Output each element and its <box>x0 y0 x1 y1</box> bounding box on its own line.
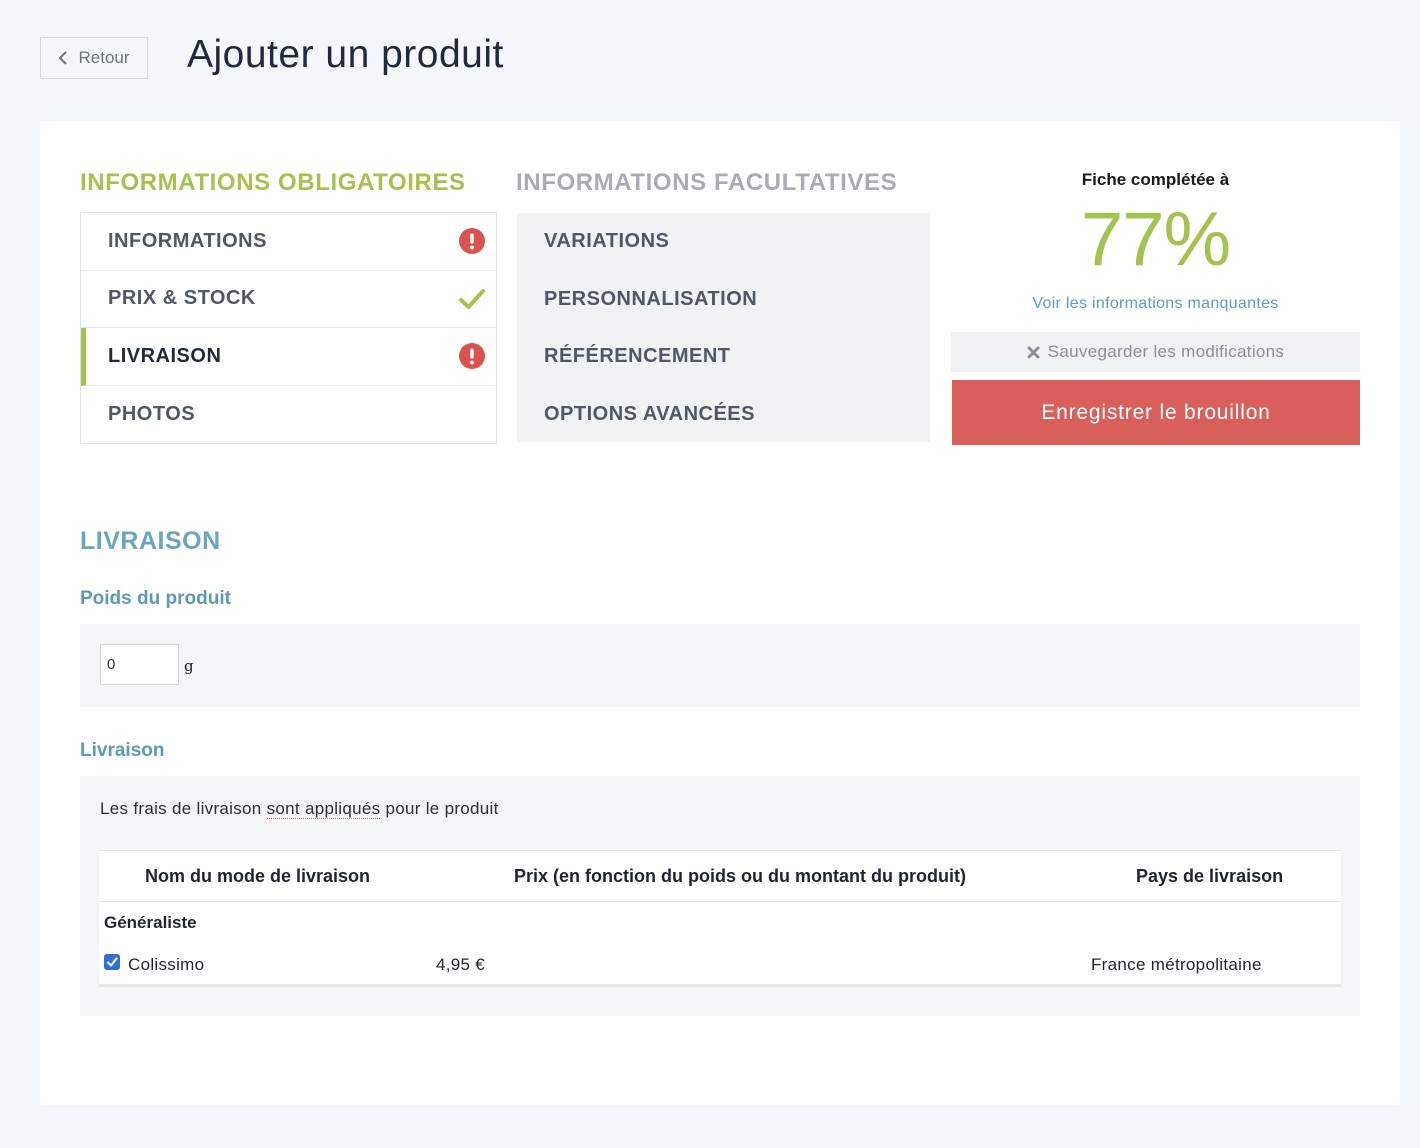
delivery-description: Les frais de livraison sont appliqués po… <box>100 799 499 819</box>
nav-item-livraison[interactable]: LIVRAISON <box>81 328 496 386</box>
error-icon <box>459 228 485 255</box>
nav-item-variations[interactable]: VARIATIONS <box>517 213 930 271</box>
mandatory-heading: INFORMATIONS OBLIGATOIRES <box>80 169 466 196</box>
nav-item-label: VARIATIONS <box>544 230 670 253</box>
nav-item-label: PERSONNALISATION <box>544 287 758 310</box>
weight-subtitle: Poids du produit <box>80 588 231 609</box>
optional-heading: INFORMATIONS FACULTATIVES <box>516 169 898 196</box>
check-icon <box>459 288 485 309</box>
nav-item-label: OPTIONS AVANCÉES <box>544 402 755 425</box>
product-form-card: INFORMATIONS OBLIGATOIRES INFORMATIONS F… <box>40 121 1400 1105</box>
missing-info-link[interactable]: Voir les informations manquantes <box>951 295 1360 313</box>
save-changes-label: Sauvegarder les modifications <box>1047 342 1285 361</box>
weight-unit: g <box>184 657 194 675</box>
column-header-country: Pays de livraison <box>1136 866 1284 886</box>
nav-item-label: LIVRAISON <box>108 344 222 367</box>
shipping-table: Nom du mode de livraison Prix (en foncti… <box>99 850 1341 987</box>
column-header-price: Prix (en fonction du poids ou du montant… <box>514 866 966 886</box>
close-icon <box>1027 346 1040 358</box>
nav-item-personnalisation[interactable]: PERSONNALISATION <box>517 271 930 329</box>
save-draft-button[interactable]: Enregistrer le brouillon <box>952 380 1360 445</box>
delivery-panel: Les frais de livraison sont appliqués po… <box>80 776 1360 1016</box>
delivery-text-underlined: sont appliqués <box>266 799 381 819</box>
error-icon <box>459 343 485 370</box>
optional-nav: VARIATIONS PERSONNALISATION RÉFÉRENCEMEN… <box>517 213 930 442</box>
completion-percent: 77% <box>1080 197 1231 282</box>
delivery-text-before: Les frais de livraison <box>100 799 267 818</box>
carrier-price: 4,95 € <box>436 955 486 974</box>
nav-item-prix-stock[interactable]: PRIX & STOCK <box>81 271 496 328</box>
page-title: Ajouter un produit <box>187 33 504 76</box>
nav-item-informations[interactable]: INFORMATIONS <box>81 213 496 271</box>
nav-item-label: INFORMATIONS <box>108 229 267 252</box>
chevron-left-icon <box>59 51 68 65</box>
delivery-text-after: pour le produit <box>380 799 499 818</box>
mandatory-nav: INFORMATIONS PRIX & STOCK LIVRAISON PHOT… <box>80 212 497 444</box>
nav-item-label: RÉFÉRENCEMENT <box>544 345 731 368</box>
weight-panel: g <box>80 624 1360 707</box>
nav-item-referencement[interactable]: RÉFÉRENCEMENT <box>517 328 930 386</box>
nav-item-photos[interactable]: PHOTOS <box>81 386 496 444</box>
delivery-subtitle: Livraison <box>80 740 165 761</box>
nav-item-label: PHOTOS <box>108 402 196 425</box>
carrier-group-label: Généraliste <box>104 913 197 932</box>
nav-item-label: PRIX & STOCK <box>108 287 256 310</box>
section-title: LIVRAISON <box>80 527 221 555</box>
colissimo-checkbox[interactable] <box>104 954 120 970</box>
completion-label: Fiche complétée à <box>1081 170 1230 189</box>
carrier-name: Colissimo <box>128 955 205 974</box>
back-button[interactable]: Retour <box>40 37 148 79</box>
carrier-country: France métropolitaine <box>1091 955 1262 974</box>
nav-item-options-avancees[interactable]: OPTIONS AVANCÉES <box>517 386 930 444</box>
checkmark-icon <box>106 957 118 967</box>
column-header-name: Nom du mode de livraison <box>145 866 371 886</box>
table-divider <box>99 901 1341 902</box>
back-button-label: Retour <box>78 48 130 67</box>
save-changes-button[interactable]: Sauvegarder les modifications <box>951 332 1360 372</box>
weight-input[interactable] <box>100 644 179 685</box>
